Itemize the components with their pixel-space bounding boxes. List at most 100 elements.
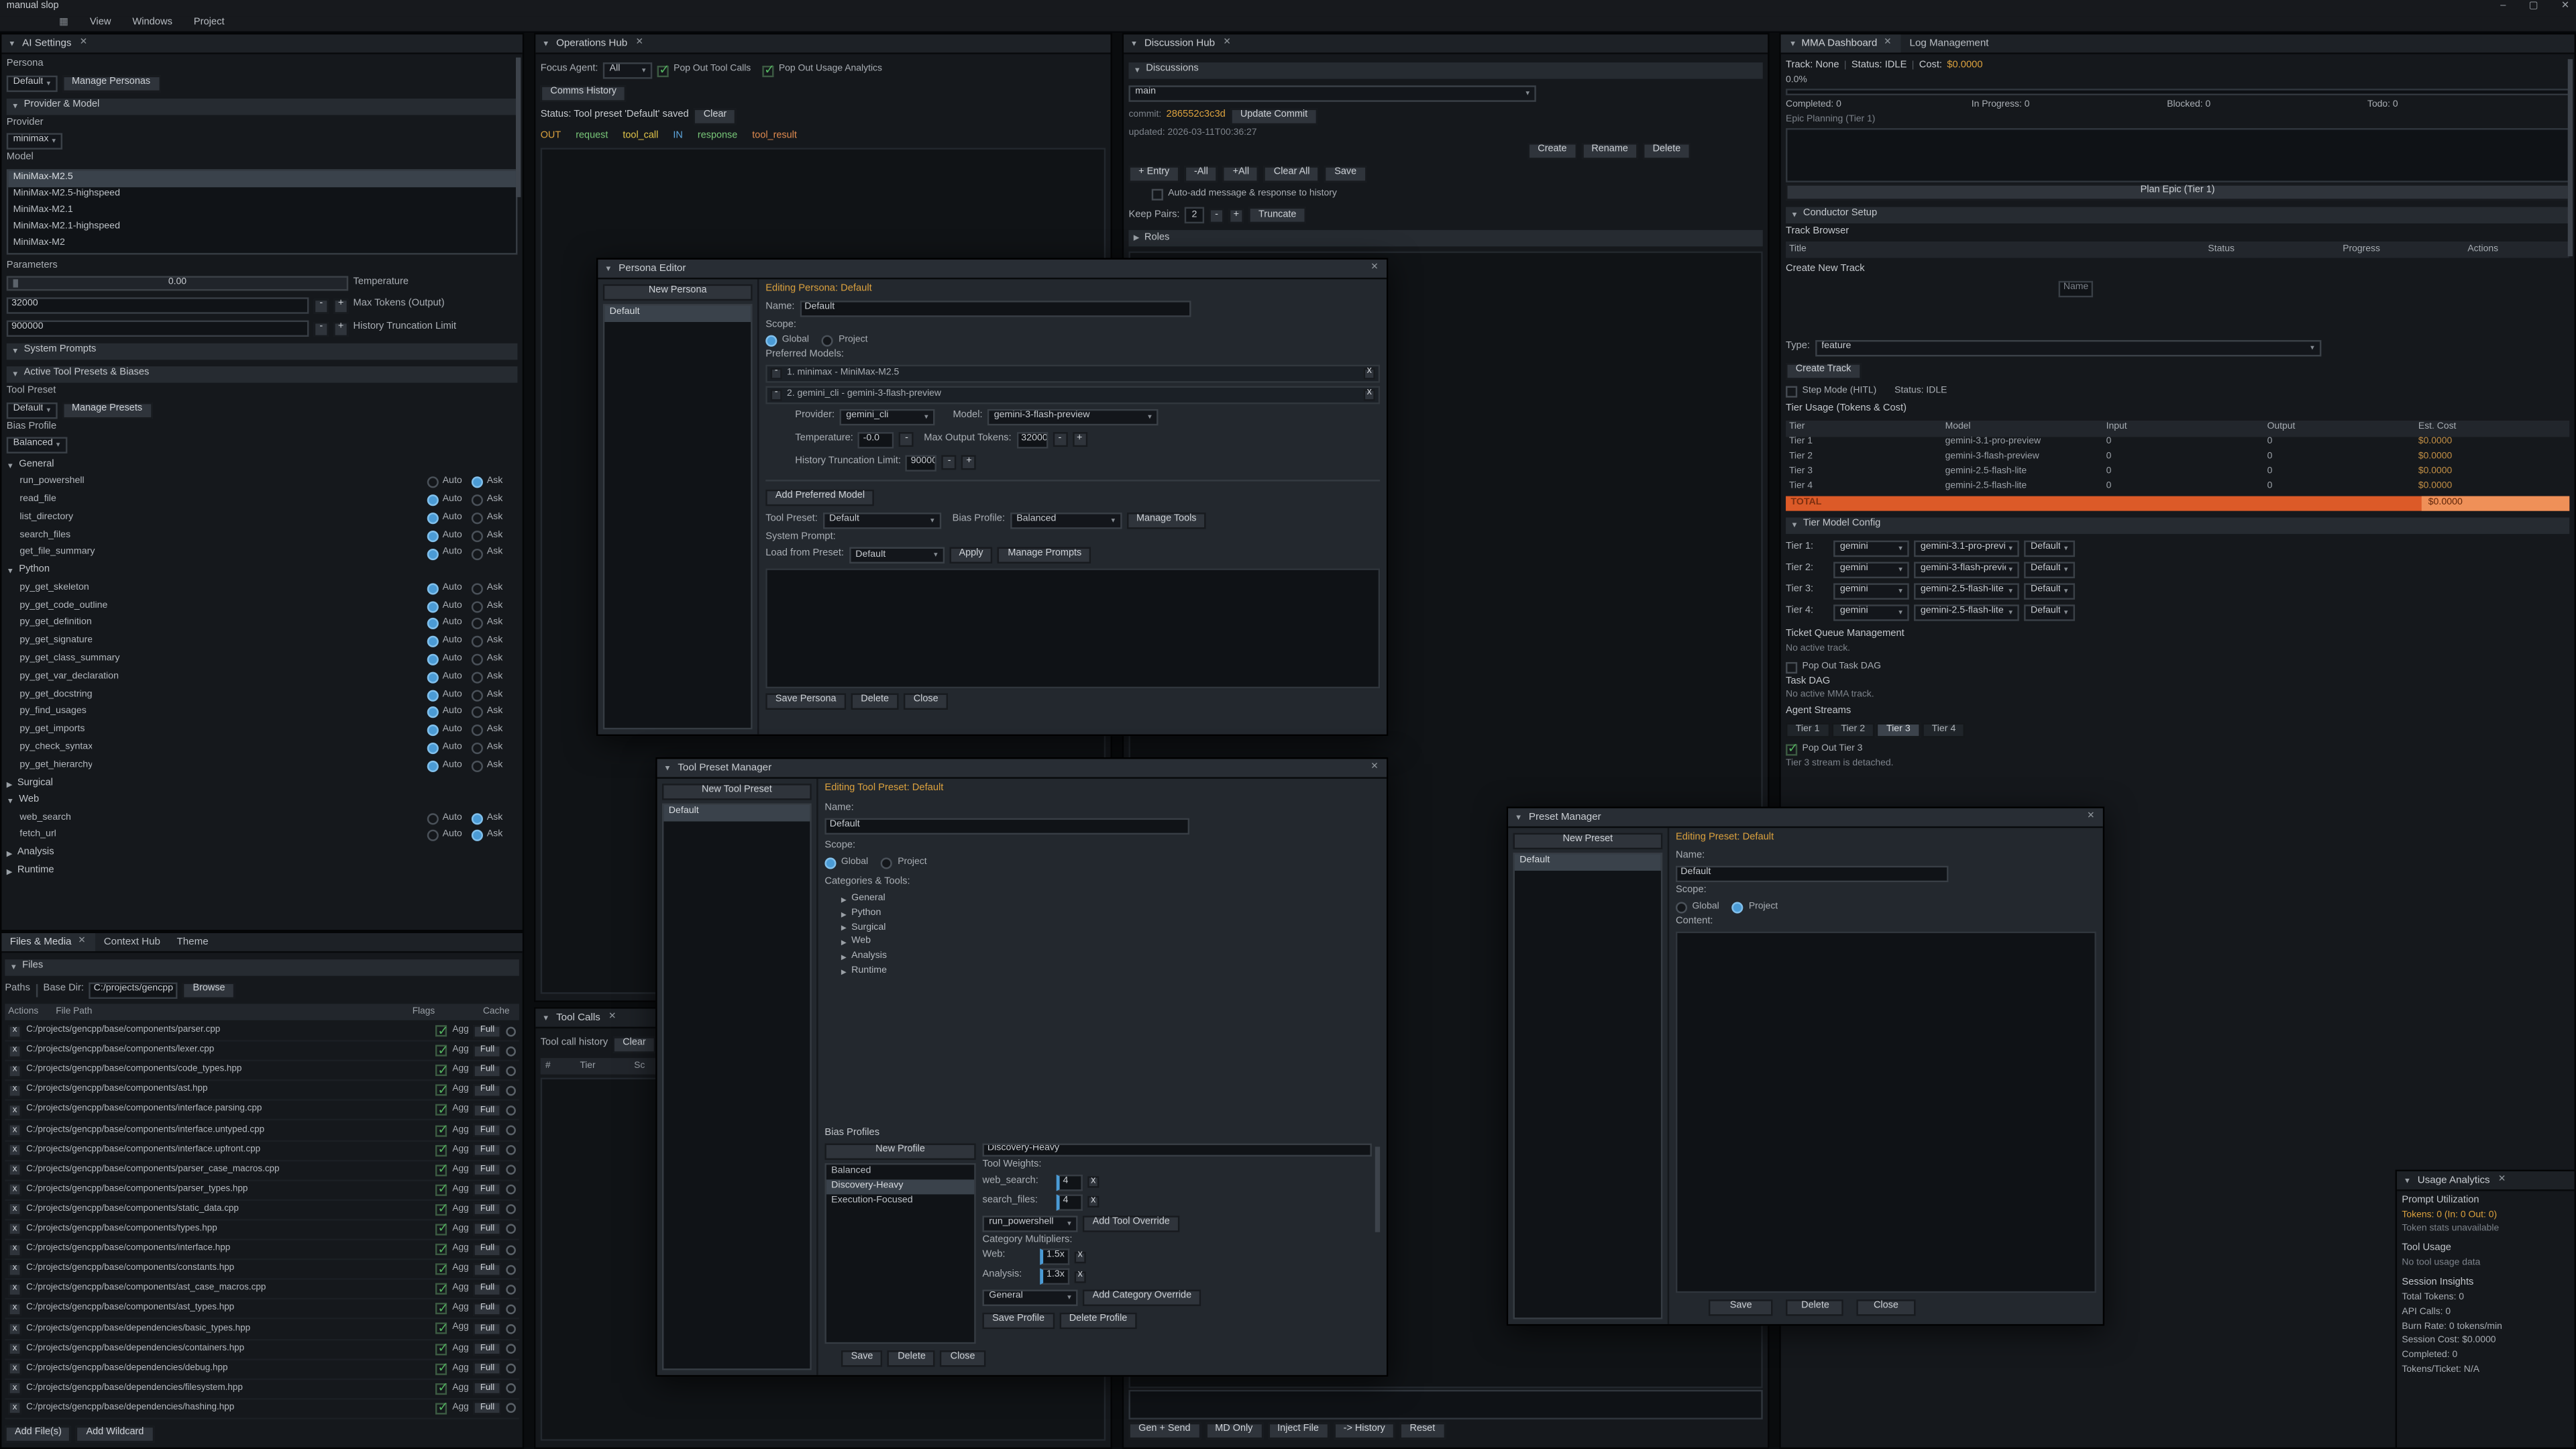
full-button[interactable]: Full [474,1084,501,1097]
close-icon[interactable]: ✕ [634,38,645,49]
entry-button[interactable]: +All [1223,166,1259,182]
full-button[interactable]: Full [474,1243,501,1256]
save-button[interactable]: Save [841,1350,883,1366]
pop-out-tier3-checkbox[interactable] [1786,744,1797,755]
tab-files-media[interactable]: Files & Media ✕ [1,933,95,951]
epic-planning-input[interactable] [1786,128,2569,182]
cache-indicator[interactable] [506,1066,516,1076]
add-files-button[interactable]: Add File(s) [5,1426,71,1442]
discussion-manage-button[interactable]: Rename [1582,143,1638,159]
discussion-manage-button[interactable]: Create [1528,143,1577,159]
new-persona-button[interactable]: New Persona [603,284,753,301]
profile-name-input[interactable]: Discovery-Heavy [982,1143,1371,1157]
full-button[interactable]: Full [474,1283,501,1296]
scrollbar-thumb[interactable] [2568,59,2573,256]
composer-button[interactable]: Gen + Send [1128,1423,1200,1439]
agg-checkbox[interactable] [436,1124,447,1136]
ask-radio[interactable] [472,636,484,647]
ask-radio[interactable] [472,530,484,541]
full-button[interactable]: Full [474,1402,501,1415]
model-option[interactable]: MiniMax-M2.5 [8,170,516,186]
agg-checkbox[interactable] [436,1363,447,1375]
conductor-setup-section[interactable]: ▼ Conductor Setup [1786,207,2569,223]
bias-profile-item[interactable]: Discovery-Heavy [826,1179,974,1194]
remove-file-button[interactable]: x [8,1303,21,1316]
manage-tools-button[interactable]: Manage Tools [1126,512,1206,528]
message-input[interactable] [1128,1390,1762,1419]
new-tool-preset-button[interactable]: New Tool Preset [662,784,812,800]
agg-checkbox[interactable] [436,1303,447,1315]
delete-button[interactable]: Delete [1786,1299,1844,1316]
agg-checkbox[interactable] [436,1343,447,1354]
history-limit-input[interactable]: 900000 [7,321,309,337]
scope-global-radio[interactable] [1676,901,1687,912]
composer-button[interactable]: MD Only [1205,1423,1263,1439]
provider-select[interactable]: minimax▾ [7,133,62,149]
full-button[interactable]: Full [474,1342,501,1356]
close-icon[interactable]: ✕ [1882,38,1893,49]
model-option[interactable]: MiniMax-M2.5-highspeed [8,186,516,203]
active-tool-presets-section[interactable]: ▼ Active Tool Presets & Biases [7,366,518,382]
cache-indicator[interactable] [506,1364,516,1374]
tier-model-select[interactable]: gemini-3.1-pro-preview▾ [1914,539,2019,555]
tool-group-runtime[interactable]: ▶Runtime [7,864,518,879]
scrollbar-thumb[interactable] [516,58,521,197]
ask-radio[interactable] [472,725,484,737]
persona-list-item[interactable]: Default [604,306,751,322]
ai-settings-header[interactable]: ▼ AI Settings ✕ [1,34,522,54]
pe-model-select[interactable]: gemini-3-flash-preview▾ [987,409,1159,425]
system-prompts-section[interactable]: ▼ System Prompts [7,343,518,360]
entry-button[interactable]: -All [1184,166,1218,182]
tool-group-general[interactable]: ▼General [7,458,518,474]
persona-name-input[interactable]: Default [800,300,1191,316]
agg-checkbox[interactable] [436,1283,447,1295]
ask-radio[interactable] [472,830,484,842]
composer-button[interactable]: Inject File [1267,1423,1328,1439]
slider-thumb[interactable] [13,279,18,287]
scope-global-radio[interactable] [824,857,836,868]
close-icon[interactable]: ✕ [2561,2,2569,14]
tab-log-management[interactable]: Log Management [1901,34,1996,52]
keep-pairs-input[interactable]: 2 [1185,207,1204,223]
auto-radio[interactable] [428,530,439,541]
tool-group-web[interactable]: ▼Web [7,794,518,809]
remove-file-button[interactable]: x [8,1163,21,1177]
reorder-button[interactable]: - [771,388,782,400]
remove-file-button[interactable]: x [8,1183,21,1197]
auto-radio[interactable] [428,830,439,842]
tab-mma-dashboard[interactable]: ▼ MMA Dashboard ✕ [1781,34,1902,52]
scope-project-radio[interactable] [822,335,834,347]
auto-radio[interactable] [428,513,439,524]
operations-hub-header[interactable]: ▼ Operations Hub ✕ [535,34,1110,54]
ask-radio[interactable] [472,707,484,718]
agg-checkbox[interactable] [436,1045,447,1057]
multiplier-value-input[interactable]: 1.3x [1040,1269,1069,1285]
max-output-tokens-input[interactable]: 32000 [1016,431,1048,447]
manage-personas-button[interactable]: Manage Personas [62,74,160,91]
temperature-input[interactable]: -0.0 [858,431,894,447]
remove-file-button[interactable]: x [8,1064,21,1077]
category-tree-item[interactable]: ▶ Analysis [841,950,1380,965]
model-option[interactable]: MiniMax-M2.1-highspeed [8,219,516,235]
ask-radio[interactable] [472,495,484,506]
weight-value-input[interactable]: 4 [1057,1193,1083,1210]
comms-history-button[interactable]: Comms History [541,85,627,101]
preset-name-input[interactable]: Default [1676,866,1949,882]
roles-section[interactable]: ▶ Roles [1128,230,1762,246]
persona-editor-titlebar[interactable]: ▼ Persona Editor ✕ [598,260,1387,279]
temperature-slider[interactable]: 0.00 [7,276,348,290]
remove-file-button[interactable]: x [8,1402,21,1415]
remove-file-button[interactable]: x [8,1124,21,1137]
add-category-override-button[interactable]: Add Category Override [1083,1289,1201,1305]
cache-indicator[interactable] [506,1225,516,1235]
stream-tab[interactable]: Tier 4 [1922,722,1966,737]
auto-radio[interactable] [428,690,439,701]
entry-button[interactable]: + Entry [1128,166,1179,182]
discussion-hub-header[interactable]: ▼ Discussion Hub ✕ [1124,34,1768,54]
full-button[interactable]: Full [474,1322,501,1336]
scope-project-radio[interactable] [881,857,893,868]
agg-checkbox[interactable] [436,1085,447,1096]
collapse-arrow-icon[interactable]: ▼ [8,39,15,48]
category-override-select[interactable]: General▾ [982,1289,1077,1305]
agg-checkbox[interactable] [436,1165,447,1176]
